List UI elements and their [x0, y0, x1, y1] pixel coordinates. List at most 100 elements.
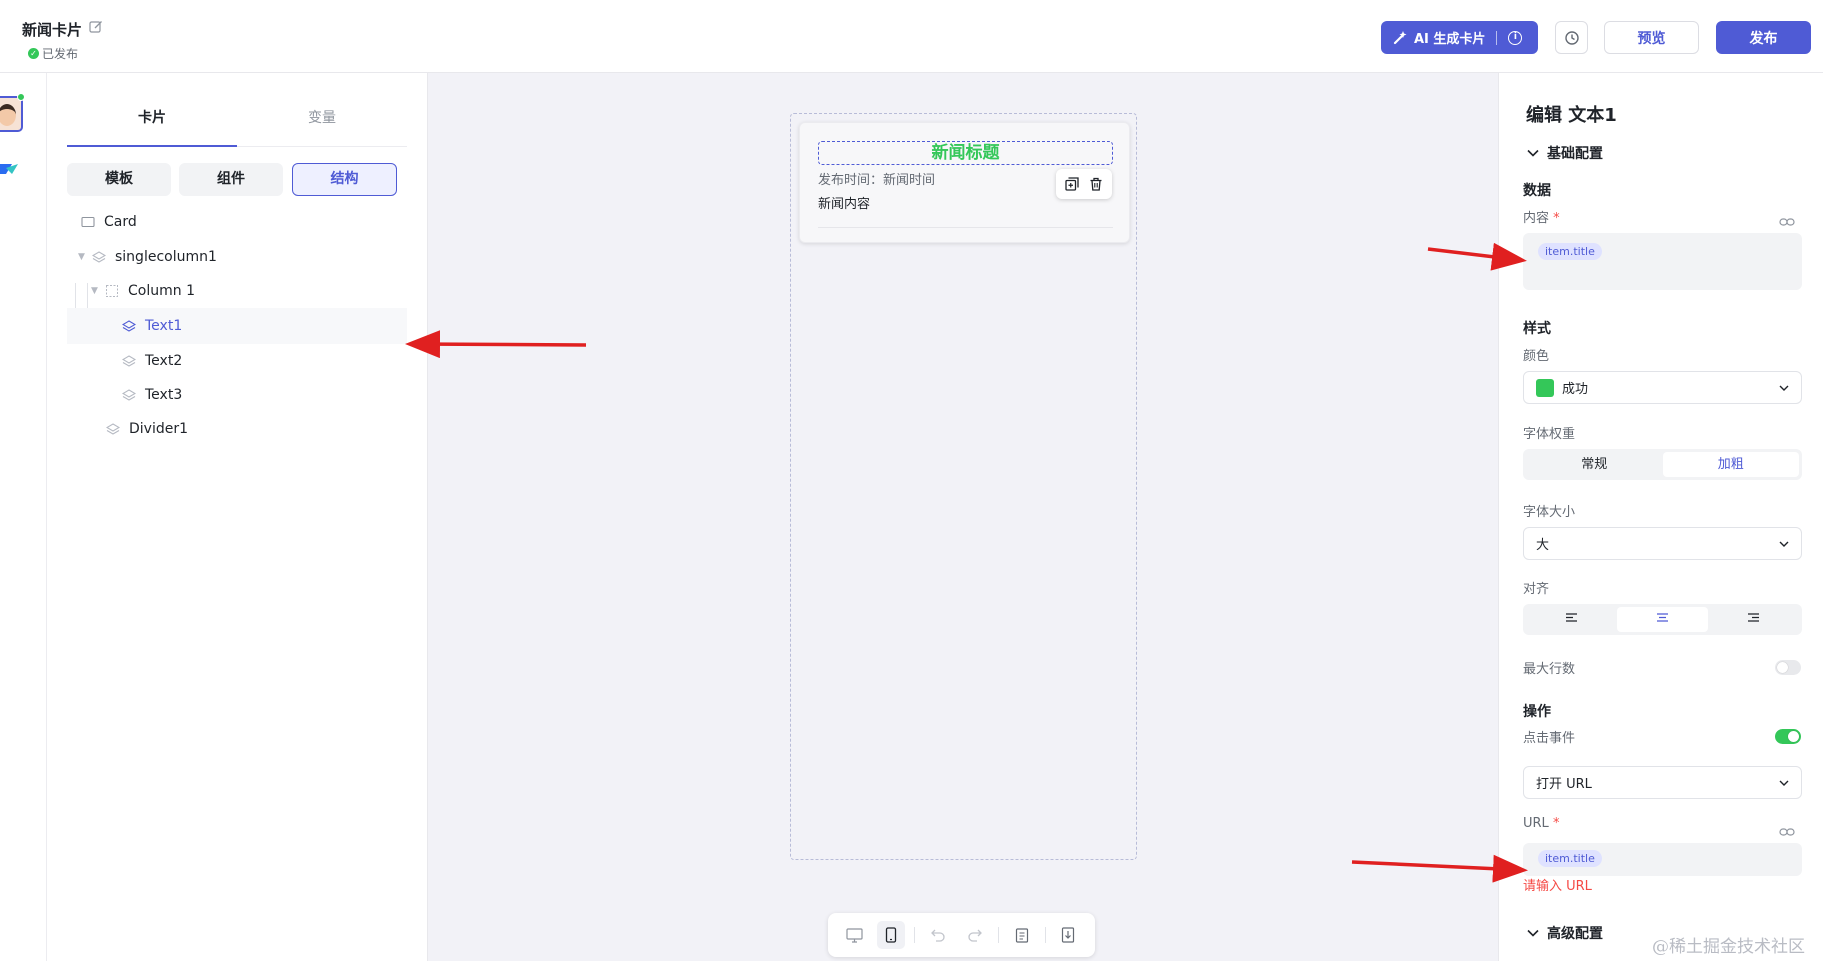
segment-components[interactable]: 组件 [179, 163, 283, 196]
tree-item-label: Divider1 [129, 421, 189, 437]
info-icon[interactable]: i [1508, 30, 1523, 45]
tree-item-divider1[interactable]: Divider1 [67, 411, 407, 447]
canvas-area: 新闻标题 发布时间：新闻时间 新闻内容 [428, 73, 1498, 961]
action-type-value: 打开 URL [1536, 777, 1592, 792]
canvas-toolbar [828, 913, 1095, 957]
tree-item-label: Column 1 [128, 283, 195, 299]
font-weight-label: 字体权重 [1523, 427, 1576, 442]
tree-item-label: Text2 [145, 353, 183, 369]
color-select[interactable]: 成功 [1523, 371, 1802, 404]
online-badge [17, 93, 25, 101]
tree-item-label: singlecolumn1 [115, 249, 217, 265]
mobile-view-button[interactable] [877, 921, 906, 949]
card-time-text[interactable]: 发布时间：新闻时间 [818, 169, 935, 188]
publish-button[interactable]: 发布 [1716, 21, 1811, 54]
tree-item-text2[interactable]: Text2 [67, 343, 407, 379]
card-title-text[interactable]: 新闻标题 [818, 141, 1113, 165]
left-rail [0, 73, 47, 961]
link-icon[interactable] [1779, 217, 1795, 227]
caret-down-icon[interactable]: ▼ [91, 286, 105, 296]
align-segment [1523, 604, 1802, 635]
content-input[interactable]: item.title [1523, 233, 1802, 290]
click-event-toggle[interactable] [1775, 729, 1801, 744]
data-group-label: 数据 [1523, 183, 1551, 199]
properties-heading: 编辑 文本1 [1526, 105, 1617, 126]
chevron-down-icon [1779, 780, 1789, 786]
properties-panel: 编辑 文本1 基础配置 数据 内容 * item.title 样式 颜色 成功 … [1498, 73, 1823, 961]
tree-item-text1[interactable]: Text1 [67, 308, 407, 344]
tree-item-card[interactable]: Card [67, 204, 407, 240]
variable-chip[interactable]: item.title [1538, 850, 1602, 867]
variable-chip[interactable]: item.title [1538, 243, 1602, 260]
font-weight-segment: 常规 加粗 [1523, 449, 1802, 480]
panel-tabs: 卡片 变量 [67, 103, 407, 147]
tree-item-label: Text1 [145, 318, 183, 334]
delete-icon[interactable] [1089, 177, 1103, 191]
url-label-text: URL [1523, 816, 1549, 831]
desktop-view-button[interactable] [840, 921, 868, 949]
layers-icon [92, 251, 106, 263]
duplicate-icon[interactable] [1065, 177, 1079, 191]
link-icon[interactable] [1779, 827, 1795, 837]
align-label: 对齐 [1523, 582, 1550, 597]
history-button[interactable] [1555, 21, 1588, 54]
redo-button[interactable] [961, 921, 989, 949]
font-size-select[interactable]: 大 [1523, 527, 1802, 560]
chevron-down-icon [1527, 149, 1539, 157]
font-weight-bold[interactable]: 加粗 [1662, 452, 1799, 477]
action-group-label: 操作 [1523, 704, 1551, 720]
font-weight-regular[interactable]: 常规 [1526, 452, 1663, 477]
magic-icon [1393, 31, 1407, 45]
json-view-button[interactable] [1008, 921, 1036, 949]
chevron-down-icon [1779, 385, 1789, 391]
ai-generate-button[interactable]: AI 生成卡片 i [1381, 21, 1538, 54]
avatar[interactable] [0, 96, 23, 132]
url-error-message: 请输入 URL [1523, 879, 1592, 894]
required-mark: * [1553, 211, 1560, 226]
structure-panel: 卡片 变量 模板 组件 结构 Card ▼ singlecolumn1 ▼ Co… [47, 73, 428, 961]
desktop-icon [846, 927, 863, 943]
segment-structure[interactable]: 结构 [292, 163, 397, 196]
undo-icon [931, 929, 945, 942]
redo-icon [968, 929, 982, 942]
page-title: 新闻卡片 [22, 21, 83, 39]
card-body-text[interactable]: 新闻内容 [818, 193, 870, 212]
content-label: 内容 * [1523, 207, 1560, 226]
chevron-down-icon [1527, 929, 1539, 937]
required-mark: * [1552, 816, 1560, 831]
layers-icon [122, 320, 136, 332]
action-type-select[interactable]: 打开 URL [1523, 766, 1802, 799]
undo-button[interactable] [924, 921, 952, 949]
export-button[interactable] [1054, 921, 1082, 949]
tab-card[interactable]: 卡片 [67, 103, 237, 147]
layers-icon [122, 355, 136, 367]
tree-item-singlecolumn1[interactable]: ▼ singlecolumn1 [67, 239, 407, 275]
element-actions [1056, 169, 1112, 199]
align-left-button[interactable] [1526, 607, 1617, 632]
url-input[interactable]: item.title [1523, 843, 1802, 876]
tab-variables[interactable]: 变量 [237, 103, 407, 146]
card-divider[interactable] [818, 227, 1113, 228]
caret-down-icon[interactable]: ▼ [78, 252, 92, 262]
url-label: URL * [1523, 816, 1559, 831]
publish-status: ✓ 已发布 [28, 45, 78, 62]
news-card[interactable]: 新闻标题 发布时间：新闻时间 新闻内容 [799, 122, 1130, 243]
max-lines-toggle[interactable] [1775, 660, 1801, 675]
basic-config-toggle[interactable]: 基础配置 [1527, 143, 1603, 163]
max-lines-label: 最大行数 [1523, 662, 1576, 677]
align-right-icon [1748, 613, 1759, 622]
advanced-config-toggle[interactable]: 高级配置 [1527, 923, 1603, 943]
mobile-preview-frame: 新闻标题 发布时间：新闻时间 新闻内容 [790, 113, 1137, 860]
tree-item-column-1[interactable]: ▼ Column 1 [67, 273, 407, 309]
font-size-label: 字体大小 [1523, 505, 1576, 520]
tree-item-text3[interactable]: Text3 [67, 377, 407, 413]
column-icon [106, 285, 118, 297]
segment-templates[interactable]: 模板 [67, 163, 171, 196]
align-right-button[interactable] [1708, 607, 1799, 632]
status-text: 已发布 [42, 47, 79, 61]
preview-button[interactable]: 预览 [1604, 21, 1699, 54]
mobile-icon [886, 927, 897, 943]
edit-icon[interactable] [88, 19, 104, 35]
app-logo-icon[interactable] [0, 158, 18, 178]
align-center-button[interactable] [1617, 607, 1708, 632]
